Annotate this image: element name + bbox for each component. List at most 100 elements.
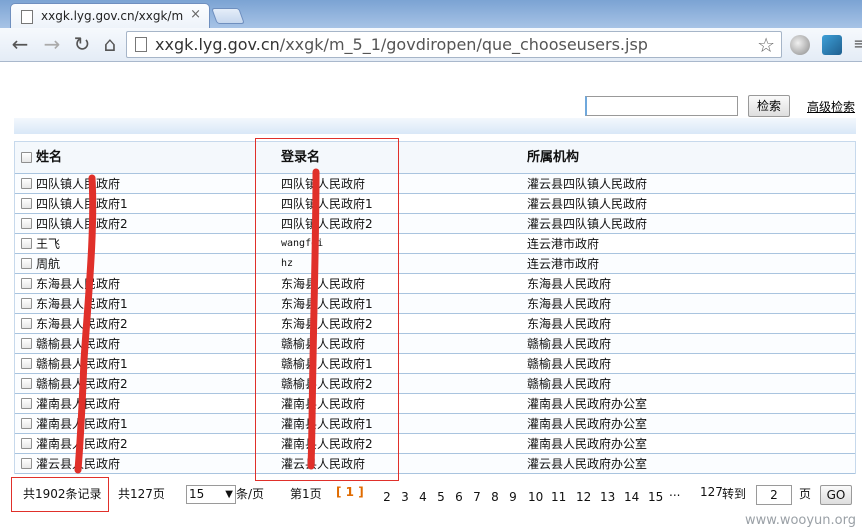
address-bar[interactable]: xxgk.lyg.gov.cn/xxgk/m_5_1/govdiropen/qu… xyxy=(126,31,782,58)
table-row[interactable]: 周航 hz 连云港市政府 xyxy=(15,254,855,274)
page-link[interactable]: 5 xyxy=(434,490,448,504)
row-checkbox[interactable] xyxy=(21,338,32,349)
pagination: 共1902条记录 共127页 15 ▼ 条/页 第1页 [ 1 ] 234567… xyxy=(14,480,856,505)
cell-org: 连云港市政府 xyxy=(527,257,600,271)
cell-org: 灌南县人民政府办公室 xyxy=(527,397,648,411)
page-link-last[interactable]: 127 xyxy=(700,485,723,499)
cell-name: 四队镇人民政府2 xyxy=(36,217,128,231)
row-checkbox[interactable] xyxy=(21,458,32,469)
cell-name: 赣榆县人民政府 xyxy=(36,337,121,351)
table-row[interactable]: 四队镇人民政府2 四队镇人民政府2 灌云县四队镇人民政府 xyxy=(15,214,855,234)
table-row[interactable]: 赣榆县人民政府2 赣榆县人民政府2 赣榆县人民政府 xyxy=(15,374,855,394)
cell-org: 连云港市政府 xyxy=(527,237,600,251)
cell-name: 灌云县人民政府 xyxy=(36,457,121,471)
cell-org: 赣榆县人民政府 xyxy=(527,357,612,371)
cell-name: 灌南县人民政府1 xyxy=(36,417,128,431)
table-row[interactable]: 灌南县人民政府 灌南县人民政府 灌南县人民政府办公室 xyxy=(15,394,855,414)
extension-icon[interactable] xyxy=(822,35,842,55)
cell-name: 赣榆县人民政府1 xyxy=(36,357,128,371)
page-link[interactable]: 12 xyxy=(576,490,591,504)
page-link[interactable]: 9 xyxy=(506,490,520,504)
row-checkbox[interactable] xyxy=(21,378,32,389)
page-link[interactable]: 11 xyxy=(551,490,566,504)
page-link[interactable]: 8 xyxy=(488,490,502,504)
row-checkbox[interactable] xyxy=(21,398,32,409)
forward-icon[interactable]: → xyxy=(40,33,64,55)
back-icon[interactable]: ← xyxy=(8,33,32,55)
row-checkbox[interactable] xyxy=(21,278,32,289)
table-row[interactable]: 四队镇人民政府1 四队镇人民政府1 灌云县四队镇人民政府 xyxy=(15,194,855,214)
row-checkbox[interactable] xyxy=(21,218,32,229)
page-link[interactable]: 10 xyxy=(528,490,543,504)
annotation-box-login xyxy=(255,138,399,481)
cell-org: 灌云县四队镇人民政府 xyxy=(527,217,648,231)
row-checkbox[interactable] xyxy=(21,178,32,189)
cell-org: 灌云县四队镇人民政府 xyxy=(527,197,648,211)
page-size-select[interactable]: 15 ▼ xyxy=(186,485,236,504)
page-link[interactable]: 3 xyxy=(398,490,412,504)
row-checkbox[interactable] xyxy=(21,258,32,269)
new-tab-button[interactable] xyxy=(211,8,245,24)
page-link[interactable]: 14 xyxy=(624,490,639,504)
table-row[interactable]: 东海县人民政府1 东海县人民政府1 东海县人民政府 xyxy=(15,294,855,314)
row-checkbox[interactable] xyxy=(21,298,32,309)
watermark: www.wooyun.org xyxy=(744,513,856,528)
globe-extension-icon[interactable] xyxy=(790,35,810,55)
goto-label: 转到 xyxy=(722,487,747,501)
annotation-box-records xyxy=(11,477,109,512)
users-table: 姓名 登录名 所属机构 四队镇人民政府 四队镇人民政府 灌云县四队镇人民政府 四队镇人… xyxy=(14,141,856,474)
table-row[interactable]: 赣榆县人民政府1 赣榆县人民政府1 赣榆县人民政府 xyxy=(15,354,855,374)
table-row[interactable]: 东海县人民政府 东海县人民政府 东海县人民政府 xyxy=(15,274,855,294)
go-button[interactable]: GO xyxy=(820,485,852,505)
row-checkbox[interactable] xyxy=(21,358,32,369)
select-all-checkbox[interactable] xyxy=(21,152,32,163)
header-org: 所属机构 xyxy=(527,150,580,165)
table-row[interactable]: 东海县人民政府2 东海县人民政府2 东海县人民政府 xyxy=(15,314,855,334)
page-link[interactable]: 13 xyxy=(600,490,615,504)
table-row[interactable]: 灌云县人民政府 灌云县人民政府 灌云县人民政府办公室 xyxy=(15,454,855,474)
page-size-value: 15 xyxy=(189,487,205,501)
cell-name: 东海县人民政府2 xyxy=(36,317,128,331)
cell-name: 东海县人民政府1 xyxy=(36,297,128,311)
page-link[interactable]: 15 xyxy=(648,490,663,504)
reload-icon[interactable]: ↻ xyxy=(70,33,94,55)
browser-tab[interactable]: xxgk.lyg.gov.cn/xxgk/m × xyxy=(10,3,210,28)
cell-org: 灌南县人民政府办公室 xyxy=(527,437,648,451)
table-row[interactable]: 四队镇人民政府 四队镇人民政府 灌云县四队镇人民政府 xyxy=(15,174,855,194)
current-page: [ 1 ] xyxy=(336,485,364,499)
row-checkbox[interactable] xyxy=(21,238,32,249)
tab-title: xxgk.lyg.gov.cn/xxgk/m xyxy=(41,9,184,23)
page-icon xyxy=(21,10,33,24)
browser-toolbar: ← → ↻ ⌂ xxgk.lyg.gov.cn/xxgk/m_5_1/govdi… xyxy=(0,28,862,62)
header-name: 姓名 xyxy=(36,150,63,165)
page-unit-label: 页 xyxy=(799,487,812,501)
cell-org: 灌云县四队镇人民政府 xyxy=(527,177,648,191)
cell-org: 赣榆县人民政府 xyxy=(527,337,612,351)
page-link[interactable]: 4 xyxy=(416,490,430,504)
table-row[interactable]: 王飞 wangfei 连云港市政府 xyxy=(15,234,855,254)
cell-org: 灌云县人民政府办公室 xyxy=(527,457,648,471)
table-row[interactable]: 灌南县人民政府2 灌南县人民政府2 灌南县人民政府办公室 xyxy=(15,434,855,454)
home-icon[interactable]: ⌂ xyxy=(98,33,122,55)
table-row[interactable]: 赣榆县人民政府 赣榆县人民政府 赣榆县人民政府 xyxy=(15,334,855,354)
row-checkbox[interactable] xyxy=(21,438,32,449)
advanced-search-link[interactable]: 高级检索 xyxy=(807,98,855,115)
page-link[interactable]: 7 xyxy=(470,490,484,504)
row-checkbox[interactable] xyxy=(21,318,32,329)
cell-name: 灌南县人民政府 xyxy=(36,397,121,411)
row-checkbox[interactable] xyxy=(21,198,32,209)
url-text[interactable]: xxgk.lyg.gov.cn/xxgk/m_5_1/govdiropen/qu… xyxy=(155,35,648,54)
search-input[interactable] xyxy=(585,96,738,116)
page-link[interactable]: 6 xyxy=(452,490,466,504)
search-button[interactable]: 检索 xyxy=(748,95,790,117)
table-row[interactable]: 灌南县人民政府1 灌南县人民政府1 灌南县人民政府办公室 xyxy=(15,414,855,434)
tab-strip: xxgk.lyg.gov.cn/xxgk/m × xyxy=(0,0,862,28)
tab-close-icon[interactable]: × xyxy=(190,7,201,22)
goto-page-input[interactable]: 2 xyxy=(756,485,792,505)
table-header: 姓名 登录名 所属机构 xyxy=(15,142,855,174)
cell-name: 东海县人民政府 xyxy=(36,277,121,291)
bookmark-star-icon[interactable]: ☆ xyxy=(757,33,775,57)
menu-icon[interactable]: ≡ xyxy=(848,33,862,55)
page-link[interactable]: 2 xyxy=(380,490,394,504)
row-checkbox[interactable] xyxy=(21,418,32,429)
